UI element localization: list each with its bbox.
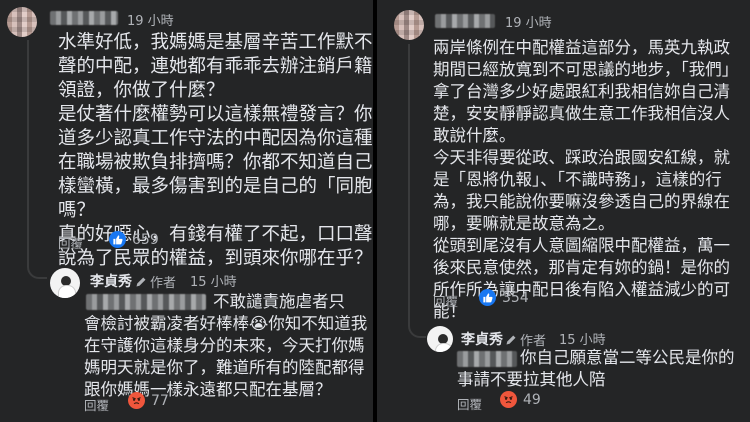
comment-line: 嗎？ [58,200,96,221]
comment-line: 為，我只能說你要嘛沒參透自己的界線在 [433,192,730,211]
reaction-count: 659 [132,231,159,248]
comment-line: 聲的中配，連她都有乖乖去辦注銷戶籍才 [58,56,373,77]
reply-button[interactable]: 回覆 [433,291,458,310]
thread-connector [27,265,47,279]
reaction-summary[interactable]: 77 [128,392,169,409]
reply-line: 會檢討被霸凌者好棒棒😭你知不知道我 [84,314,368,333]
angry-icon [128,392,145,409]
commenter-name-redacted[interactable] [435,14,495,28]
reply-line: 你自己願意當二等公民是你的 [520,348,735,367]
reply-time: 15 小時 [190,275,237,290]
comment-line: 哪，要嘛就是故意為之。 [433,214,615,233]
pencil-icon [136,277,146,286]
author-name[interactable]: 李貞秀 [461,329,503,349]
angry-icon [500,391,517,408]
comment-line: 楚，安安靜靜認真做生意工作我相信沒人 [433,104,730,123]
reply-line: 跟你媽媽一樣永遠都只配在基層？ [84,380,332,399]
reply-time: 15 小時 [559,333,606,348]
pencil-icon [506,335,516,344]
comment-time: 19 小時 [127,14,174,29]
thread-connector [27,40,29,265]
comment-line: 說為了民眾的權益，到頭來你哪在乎？ [58,248,373,269]
commenter-avatar[interactable] [394,10,424,40]
comment-line: 在職場被欺負排擠嗎？你都不知道自己這 [58,152,373,173]
like-icon [479,289,496,306]
reaction-summary[interactable]: 49 [500,391,541,408]
commenter-avatar[interactable] [7,7,37,37]
comment-line: 是「恩將仇報」、「不識時務」，這樣的行 [433,170,722,189]
comment-line: 拿了台灣多少好處跟紅利我相信妳自己清 [433,82,730,101]
comment-line: 敢說什麼。 [433,126,516,145]
comment-line: 領證，你做了什麼？ [58,80,225,101]
comment-line: 真的好噁心，有錢有權了不起，口口聲聲 [58,224,373,245]
comment-line: 期間已經放寬到不可思議的地步，「我們」 [433,60,739,79]
mentioned-name-redacted[interactable] [86,294,206,310]
author-avatar[interactable] [50,268,80,298]
comment-line: 道多少認真工作守法的中配因為你這種人 [58,128,373,149]
reaction-summary[interactable]: 659 [109,231,159,248]
reply-line: 在守護你這樣身分的未來，今天打你媽 [84,336,365,355]
author-name[interactable]: 李貞秀 [90,271,132,291]
comment-line: 後來民意使然，那肯定有妳的鍋！是你的 [433,258,730,277]
reaction-summary[interactable]: 354 [479,289,529,306]
reaction-count: 49 [523,391,541,408]
author-badge: 作者 [135,272,176,291]
reply-button[interactable]: 回覆 [58,233,83,252]
reaction-count: 354 [502,289,529,306]
comment-line: 兩岸條例在中配權益這部分，馬英九執政 [433,38,730,57]
right-comment-panel: 19 小時 兩岸條例在中配權益這部分，馬英九執政 期間已經放寬到不可思議的地步，… [377,0,750,422]
comment-line: 今天非得要從政、踩政治跟國安紅線，就 [433,148,730,167]
thread-connector [408,324,426,338]
reply-button[interactable]: 回覆 [84,395,109,414]
commenter-name-redacted[interactable] [50,11,118,25]
comment-line: 所作所為讓中配日後有陷入權益減少的可 [433,280,730,299]
comment-line: 樣蠻橫，最多傷害到的是自己的「同胞」 [58,176,373,197]
reply-button[interactable]: 回覆 [457,394,482,413]
mentioned-name-redacted[interactable] [457,351,517,367]
left-comment-panel: 19 小時 水準好低，我媽媽是基層辛苦工作默不作 聲的中配，連她都有乖乖去辦注銷… [0,0,373,422]
comment-line: 是仗著什麼權勢可以這樣無禮發言？你知 [58,104,373,125]
reply-line: 不敢譴責施虐者只 [213,292,345,311]
reply-line: 事請不要拉其他人陪 [457,370,606,389]
comment-time: 19 小時 [505,16,552,31]
like-icon [109,231,126,248]
author-avatar[interactable] [427,326,453,352]
reply-line: 媽明天就是你了，難道所有的陸配都得 [84,358,365,377]
thread-connector [408,44,410,324]
author-badge-label: 作者 [150,276,177,291]
comment-line: 從頭到尾沒有人意圖縮限中配權益，萬一 [433,236,730,255]
reaction-count: 77 [151,392,169,409]
comment-line: 水準好低，我媽媽是基層辛苦工作默不作 [58,32,373,53]
